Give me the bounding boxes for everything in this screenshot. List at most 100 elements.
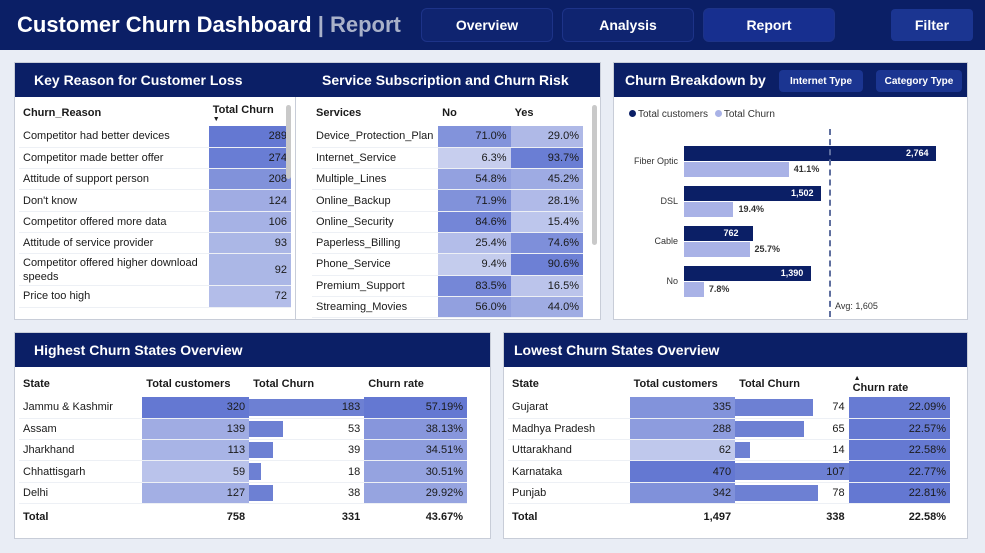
highest-header: Highest Churn States Overview <box>15 333 490 367</box>
col-churn-rate[interactable]: ▲ Churn rate <box>849 371 950 397</box>
bar-total-churn[interactable] <box>684 242 750 257</box>
churn-value: 183 <box>341 401 361 414</box>
total-churn-sum: 331 <box>249 502 365 530</box>
table-row[interactable]: Assam 139 53 38.13% <box>19 418 467 441</box>
churn-rate-cell: 29.92% <box>364 482 467 504</box>
filter-button[interactable]: Filter <box>891 9 973 41</box>
table-row[interactable]: Paperless_Billing 25.4% 74.6% <box>312 232 583 255</box>
churn-data-bar <box>735 420 805 438</box>
table-row[interactable]: Competitor offered higher download speed… <box>19 253 291 287</box>
col-yes[interactable]: Yes <box>511 100 583 126</box>
churn-rate-cell: 57.19% <box>364 397 467 419</box>
sort-desc-icon: ▼ <box>212 115 220 123</box>
service-name-cell: Online_Backup <box>312 189 439 212</box>
total-customers-cell: 62 <box>629 439 736 462</box>
yes-percent-cell: 15.4% <box>510 211 583 233</box>
services-header-row: Services No Yes <box>312 100 583 126</box>
bar-total-customers[interactable] <box>684 226 754 241</box>
bar-total-churn[interactable] <box>684 282 704 297</box>
nav-overview-button[interactable]: Overview <box>421 8 553 42</box>
total-churn-cell: 72 <box>208 285 291 308</box>
table-row[interactable]: Attitude of service provider 93 <box>19 232 291 255</box>
category-type-chip[interactable]: Category Type <box>876 70 962 92</box>
bar-label-total-churn: 19.4% <box>738 204 764 214</box>
table-row[interactable]: Chhattisgarh 59 18 30.51% <box>19 460 467 483</box>
table-row[interactable]: Delhi 127 38 29.92% <box>19 482 467 504</box>
service-name-cell: Device_Protection_Plan <box>312 126 439 148</box>
table-row[interactable]: Premium_Support 83.5% 16.5% <box>312 275 583 297</box>
total-churn-cell: 107 <box>735 460 849 483</box>
panel-divider <box>295 97 296 319</box>
table-row[interactable]: Competitor offered more data 106 <box>19 211 291 233</box>
col-state[interactable]: State <box>19 371 142 397</box>
total-customers-cell: 320 <box>142 397 250 419</box>
table-row[interactable]: Competitor had better devices 289 <box>19 126 291 148</box>
reasons-title: Key Reason for Customer Loss <box>34 72 243 88</box>
bar-label-total-churn: 25.7% <box>754 244 781 254</box>
service-name-cell: Phone_Service <box>312 253 439 276</box>
total-row: Total 758 331 43.67% <box>19 502 467 530</box>
total-churn-cell: 183 <box>249 397 365 419</box>
col-total-customers[interactable]: Total customers <box>142 371 249 397</box>
bar-label-total-customers: 762 <box>723 228 739 238</box>
churn-data-bar <box>249 463 261 480</box>
nav-report-button[interactable]: Report <box>703 8 835 42</box>
churn-data-bar <box>249 420 283 438</box>
table-row[interactable]: Device_Protection_Plan 71.0% 29.0% <box>312 126 583 148</box>
bar-total-churn[interactable] <box>684 162 789 177</box>
bar-total-customers[interactable] <box>684 146 936 161</box>
col-services[interactable]: Services <box>312 100 438 126</box>
table-row[interactable]: Karnataka 470 107 22.77% <box>508 460 950 483</box>
table-row[interactable]: Streaming_Movies 56.0% 44.0% <box>312 296 583 319</box>
table-row[interactable]: Online_Backup 71.9% 28.1% <box>312 189 583 212</box>
yes-percent-cell: 74.6% <box>510 232 583 255</box>
table-row[interactable]: Gujarat 335 74 22.09% <box>508 397 950 419</box>
col-total-customers[interactable]: Total customers <box>630 371 735 397</box>
churn-value: 18 <box>347 465 361 478</box>
state-cell: Assam <box>19 418 143 441</box>
table-row[interactable]: Punjab 342 78 22.81% <box>508 482 950 504</box>
churn-data-bar <box>249 442 274 459</box>
average-reference-line <box>829 129 831 317</box>
breakdown-title: Churn Breakdown by <box>625 72 766 88</box>
services-title: Service Subscription and Churn Risk <box>322 72 569 88</box>
table-row[interactable]: Internet_Service 6.3% 93.7% <box>312 147 583 170</box>
col-total-churn[interactable]: Total Churn ▼ <box>209 100 291 126</box>
bar-total-churn[interactable] <box>684 202 734 217</box>
col-churn-rate[interactable]: Churn rate <box>364 371 467 397</box>
lowest-states-panel: Lowest Churn States Overview State Total… <box>503 332 968 539</box>
table-row[interactable]: Don't know 124 <box>19 189 291 212</box>
internet-type-chip[interactable]: Internet Type <box>779 70 863 92</box>
nav-analysis-button[interactable]: Analysis <box>562 8 694 42</box>
table-row[interactable]: Attitude of support person 208 <box>19 168 291 191</box>
table-row[interactable]: Jharkhand 113 39 34.51% <box>19 439 467 462</box>
col-total-churn[interactable]: Total Churn <box>735 371 849 397</box>
yes-percent-cell: 45.2% <box>510 168 583 191</box>
lowest-table: State Total customers Total Churn ▲ Chur… <box>508 371 950 530</box>
table-row[interactable]: Jammu & Kashmir 320 183 57.19% <box>19 397 467 419</box>
churn-value: 39 <box>347 444 361 457</box>
total-churn-cell: 78 <box>735 482 849 504</box>
table-row[interactable]: Uttarakhand 62 14 22.58% <box>508 439 950 462</box>
table-row[interactable]: Madhya Pradesh 288 65 22.57% <box>508 418 950 441</box>
table-row[interactable]: Phone_Service 9.4% 90.6% <box>312 253 583 276</box>
reason-cell: Don't know <box>19 189 209 212</box>
churn-value: 74 <box>832 401 845 414</box>
churn-data-bar <box>735 399 814 416</box>
col-churn-reason[interactable]: Churn_Reason <box>19 100 209 126</box>
reasons-scrollbar[interactable] <box>286 105 291 179</box>
services-scrollbar[interactable] <box>592 105 597 245</box>
table-row[interactable]: Competitor made better offer 274 <box>19 147 291 170</box>
table-row[interactable]: Multiple_Lines 54.8% 45.2% <box>312 168 583 191</box>
total-churn-cell: 208 <box>208 168 291 191</box>
total-customers-cell: 127 <box>142 482 250 504</box>
col-state[interactable]: State <box>508 371 630 397</box>
churn-value: 38 <box>347 486 361 499</box>
table-row[interactable]: Price too high 72 <box>19 285 291 308</box>
no-percent-cell: 25.4% <box>438 232 511 255</box>
table-row[interactable]: Online_Security 84.6% 15.4% <box>312 211 583 233</box>
total-churn-cell: 65 <box>735 418 849 441</box>
col-total-churn[interactable]: Total Churn <box>249 371 364 397</box>
lowest-title: Lowest Churn States Overview <box>514 342 720 358</box>
col-no[interactable]: No <box>438 100 510 126</box>
